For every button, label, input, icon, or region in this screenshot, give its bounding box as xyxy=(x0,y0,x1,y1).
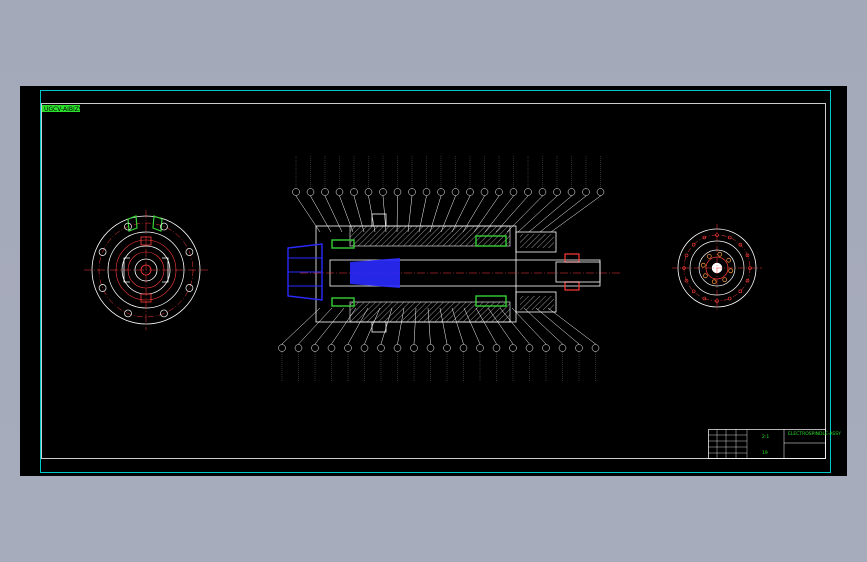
housing-hatch-bottom xyxy=(349,301,511,323)
drawing-tag[interactable]: UGCV-AIBIZ9 xyxy=(42,105,83,113)
title-drawing-name: ELECTROSPINDLE-ASSY xyxy=(788,431,841,437)
cap-hatch-bottom xyxy=(520,296,554,310)
cad-drawing: UGCV-AIBIZ9 2:1 19 ELECTROSPINDLE-ASSY xyxy=(20,86,847,476)
cad-drawing-canvas[interactable]: UGCV-AIBIZ9 2:1 19 ELECTROSPINDLE-ASSY xyxy=(20,86,847,476)
title-scale: 2:1 xyxy=(762,434,769,440)
drawing-tag-label: UGCV-AIBIZ9 xyxy=(44,106,83,113)
title-sheet-number: 19 xyxy=(762,450,768,456)
cap-hatch-top xyxy=(520,234,554,248)
drawbar-blue xyxy=(350,258,400,288)
